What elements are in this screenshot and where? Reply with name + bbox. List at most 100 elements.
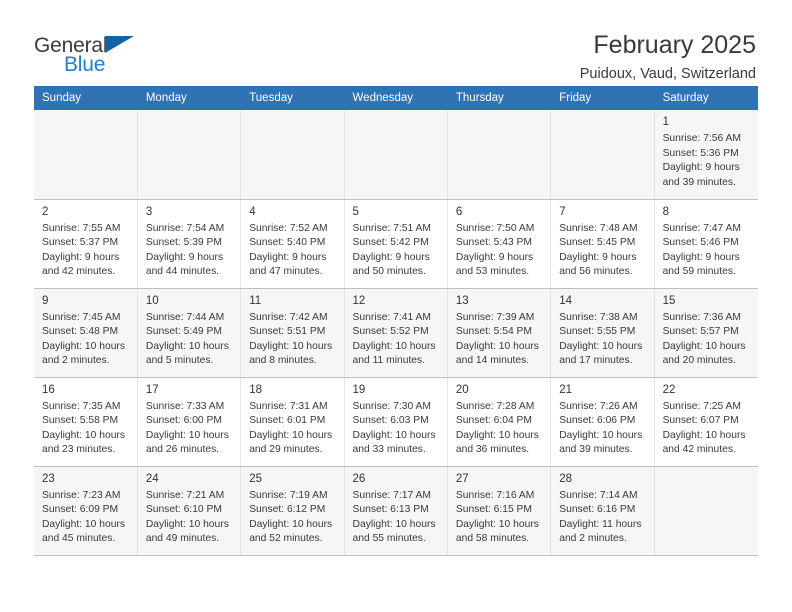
day-number: 21 [559, 383, 573, 396]
calendar-day-cell[interactable]: 11 Sunrise: 7:42 AM Sunset: 5:51 PM Dayli… [240, 288, 345, 378]
calendar-day-cell[interactable]: 7 Sunrise: 7:48 AM Sunset: 5:45 PM Daylig… [550, 199, 655, 289]
calendar-cell-empty [550, 110, 655, 200]
calendar-cell-inner: 28 Sunrise: 7:14 AM Sunset: 6:16 PM Dayli… [551, 467, 653, 551]
calendar-cell-inner: 1 Sunrise: 7:56 AM Sunset: 5:36 PM Daylig… [655, 110, 758, 194]
page-header: General Blue February 2025 Puidoux, Vaud… [0, 0, 792, 82]
page-title: February 2025 [593, 31, 756, 59]
day-number: 9 [42, 294, 49, 307]
day-number: 7 [559, 205, 566, 218]
sun-times-detail: Sunrise: 7:30 AM Sunset: 6:03 PM Dayligh… [352, 400, 436, 456]
general-blue-logo: General Blue [34, 30, 154, 80]
calendar-day-cell[interactable]: 28 Sunrise: 7:14 AM Sunset: 6:16 PM Dayli… [550, 466, 655, 556]
calendar-day-cell[interactable]: 19 Sunrise: 7:30 AM Sunset: 6:03 PM Dayli… [344, 377, 448, 467]
calendar-day-cell[interactable]: 18 Sunrise: 7:31 AM Sunset: 6:01 PM Dayli… [240, 377, 345, 467]
calendar-day-cell[interactable]: 2 Sunrise: 7:55 AM Sunset: 5:37 PM Daylig… [34, 199, 138, 289]
sun-times-detail: Sunrise: 7:23 AM Sunset: 6:09 PM Dayligh… [42, 489, 125, 545]
day-number: 19 [352, 383, 366, 396]
day-number: 23 [42, 472, 55, 485]
weekday-header-wednesday: Wednesday [344, 86, 448, 110]
calendar-cell-inner: 4 Sunrise: 7:52 AM Sunset: 5:40 PM Daylig… [241, 200, 343, 284]
calendar-day-cell[interactable]: 27 Sunrise: 7:16 AM Sunset: 6:15 PM Dayli… [447, 466, 552, 556]
calendar-day-cell[interactable]: 14 Sunrise: 7:38 AM Sunset: 5:55 PM Dayli… [550, 288, 655, 378]
calendar-day-cell[interactable]: 20 Sunrise: 7:28 AM Sunset: 6:04 PM Dayli… [447, 377, 552, 467]
calendar-day-cell[interactable]: 21 Sunrise: 7:26 AM Sunset: 6:06 PM Dayli… [550, 377, 655, 467]
calendar-body: 1 Sunrise: 7:56 AM Sunset: 5:36 PM Daylig… [34, 110, 758, 556]
day-number: 13 [455, 294, 469, 307]
day-number: 15 [662, 294, 676, 307]
calendar-day-cell[interactable]: 3 Sunrise: 7:54 AM Sunset: 5:39 PM Daylig… [137, 199, 242, 289]
calendar-cell-inner: 26 Sunrise: 7:17 AM Sunset: 6:13 PM Dayli… [345, 467, 447, 551]
sun-times-detail: Sunrise: 7:14 AM Sunset: 6:16 PM Dayligh… [559, 489, 642, 545]
calendar-cell-empty [654, 466, 758, 556]
sun-times-detail: Sunrise: 7:35 AM Sunset: 5:58 PM Dayligh… [42, 400, 125, 456]
day-number: 11 [249, 294, 262, 307]
calendar-cell-inner: 10 Sunrise: 7:44 AM Sunset: 5:49 PM Dayli… [138, 289, 240, 373]
sun-times-detail: Sunrise: 7:51 AM Sunset: 5:42 PM Dayligh… [352, 222, 431, 278]
calendar-cell-inner: 9 Sunrise: 7:45 AM Sunset: 5:48 PM Daylig… [34, 289, 137, 373]
calendar-day-cell[interactable]: 23 Sunrise: 7:23 AM Sunset: 6:09 PM Dayli… [34, 466, 138, 556]
calendar-day-cell[interactable]: 16 Sunrise: 7:35 AM Sunset: 5:58 PM Dayli… [34, 377, 138, 467]
day-number: 6 [455, 205, 463, 218]
calendar-cell-inner: 3 Sunrise: 7:54 AM Sunset: 5:39 PM Daylig… [138, 200, 240, 284]
calendar-cell-inner: 15 Sunrise: 7:36 AM Sunset: 5:57 PM Dayli… [655, 289, 758, 373]
calendar-day-cell[interactable]: 6 Sunrise: 7:50 AM Sunset: 5:43 PM Daylig… [447, 199, 552, 289]
page-subtitle: Puidoux, Vaud, Switzerland [579, 66, 756, 82]
day-number: 8 [662, 205, 669, 218]
sun-times-detail: Sunrise: 7:52 AM Sunset: 5:40 PM Dayligh… [249, 222, 328, 278]
day-number: 14 [559, 294, 573, 307]
sun-times-detail: Sunrise: 7:50 AM Sunset: 5:43 PM Dayligh… [455, 222, 535, 278]
day-number: 28 [559, 472, 573, 485]
sun-times-detail: Sunrise: 7:21 AM Sunset: 6:10 PM Dayligh… [145, 489, 229, 545]
calendar-day-cell[interactable]: 9 Sunrise: 7:45 AM Sunset: 5:48 PM Daylig… [34, 288, 138, 378]
sun-times-detail: Sunrise: 7:47 AM Sunset: 5:46 PM Dayligh… [662, 222, 741, 278]
calendar-day-cell[interactable]: 15 Sunrise: 7:36 AM Sunset: 5:57 PM Dayli… [654, 288, 758, 378]
calendar-cell-empty [344, 110, 448, 200]
calendar-day-cell[interactable]: 22 Sunrise: 7:25 AM Sunset: 6:07 PM Dayli… [654, 377, 758, 467]
day-number: 17 [145, 383, 159, 396]
calendar-cell-inner: 8 Sunrise: 7:47 AM Sunset: 5:46 PM Daylig… [655, 200, 758, 284]
calendar-cell-inner: 18 Sunrise: 7:31 AM Sunset: 6:01 PM Dayli… [241, 378, 343, 462]
calendar-day-cell[interactable]: 13 Sunrise: 7:39 AM Sunset: 5:54 PM Dayli… [447, 288, 552, 378]
calendar-day-cell[interactable]: 17 Sunrise: 7:33 AM Sunset: 6:00 PM Dayli… [137, 377, 242, 467]
calendar-week-row: 1 Sunrise: 7:56 AM Sunset: 5:36 PM Daylig… [34, 110, 758, 200]
day-number: 25 [249, 472, 262, 485]
triangle-icon [105, 36, 134, 53]
sun-times-detail: Sunrise: 7:19 AM Sunset: 6:12 PM Dayligh… [249, 489, 333, 545]
sun-times-detail: Sunrise: 7:39 AM Sunset: 5:54 PM Dayligh… [455, 311, 539, 367]
calendar-cell-inner: 12 Sunrise: 7:41 AM Sunset: 5:52 PM Dayli… [345, 289, 447, 373]
calendar-day-cell[interactable]: 5 Sunrise: 7:51 AM Sunset: 5:42 PM Daylig… [344, 199, 448, 289]
sun-times-detail: Sunrise: 7:44 AM Sunset: 5:49 PM Dayligh… [145, 311, 229, 367]
calendar-cell-inner: 16 Sunrise: 7:35 AM Sunset: 5:58 PM Dayli… [34, 378, 137, 462]
sun-times-detail: Sunrise: 7:16 AM Sunset: 6:15 PM Dayligh… [455, 489, 539, 545]
calendar-table: Sunday Monday Tuesday Wednesday Thursday… [34, 86, 759, 556]
calendar-cell-inner: 25 Sunrise: 7:19 AM Sunset: 6:12 PM Dayli… [241, 467, 343, 551]
calendar-day-cell[interactable]: 12 Sunrise: 7:41 AM Sunset: 5:52 PM Dayli… [344, 288, 448, 378]
calendar-cell-inner: 22 Sunrise: 7:25 AM Sunset: 6:07 PM Dayli… [655, 378, 758, 462]
calendar-header-row: Sunday Monday Tuesday Wednesday Thursday… [34, 86, 759, 110]
sun-times-detail: Sunrise: 7:56 AM Sunset: 5:36 PM Dayligh… [662, 133, 741, 188]
calendar-day-cell[interactable]: 24 Sunrise: 7:21 AM Sunset: 6:10 PM Dayli… [137, 466, 242, 556]
calendar-cell-inner: 11 Sunrise: 7:42 AM Sunset: 5:51 PM Dayli… [241, 289, 343, 373]
day-number: 10 [145, 294, 159, 307]
day-number: 12 [352, 294, 366, 307]
calendar-cell-inner: 6 Sunrise: 7:50 AM Sunset: 5:43 PM Daylig… [448, 200, 550, 284]
weekday-header-friday: Friday [550, 86, 655, 110]
calendar-day-cell[interactable]: 4 Sunrise: 7:52 AM Sunset: 5:40 PM Daylig… [240, 199, 345, 289]
calendar-day-cell[interactable]: 10 Sunrise: 7:44 AM Sunset: 5:49 PM Dayli… [137, 288, 242, 378]
sun-times-detail: Sunrise: 7:41 AM Sunset: 5:52 PM Dayligh… [352, 311, 436, 367]
day-number: 20 [455, 383, 469, 396]
day-number: 2 [42, 205, 49, 218]
day-number: 3 [145, 205, 153, 218]
calendar-day-cell[interactable]: 26 Sunrise: 7:17 AM Sunset: 6:13 PM Dayli… [344, 466, 448, 556]
weekday-header-tuesday: Tuesday [240, 86, 345, 110]
sun-times-detail: Sunrise: 7:38 AM Sunset: 5:55 PM Dayligh… [559, 311, 643, 367]
calendar-day-cell[interactable]: 8 Sunrise: 7:47 AM Sunset: 5:46 PM Daylig… [654, 199, 758, 289]
sun-times-detail: Sunrise: 7:17 AM Sunset: 6:13 PM Dayligh… [352, 489, 436, 545]
calendar-cell-inner: 2 Sunrise: 7:55 AM Sunset: 5:37 PM Daylig… [34, 200, 137, 284]
calendar-day-cell[interactable]: 1 Sunrise: 7:56 AM Sunset: 5:36 PM Daylig… [654, 110, 758, 200]
sun-times-detail: Sunrise: 7:26 AM Sunset: 6:06 PM Dayligh… [559, 400, 643, 456]
calendar-day-cell[interactable]: 25 Sunrise: 7:19 AM Sunset: 6:12 PM Dayli… [240, 466, 345, 556]
weekday-header-sunday: Sunday [34, 86, 138, 110]
calendar-cell-inner: 14 Sunrise: 7:38 AM Sunset: 5:55 PM Dayli… [551, 289, 653, 373]
title-block: February 2025 Puidoux, Vaud, Switzerland [580, 30, 758, 85]
